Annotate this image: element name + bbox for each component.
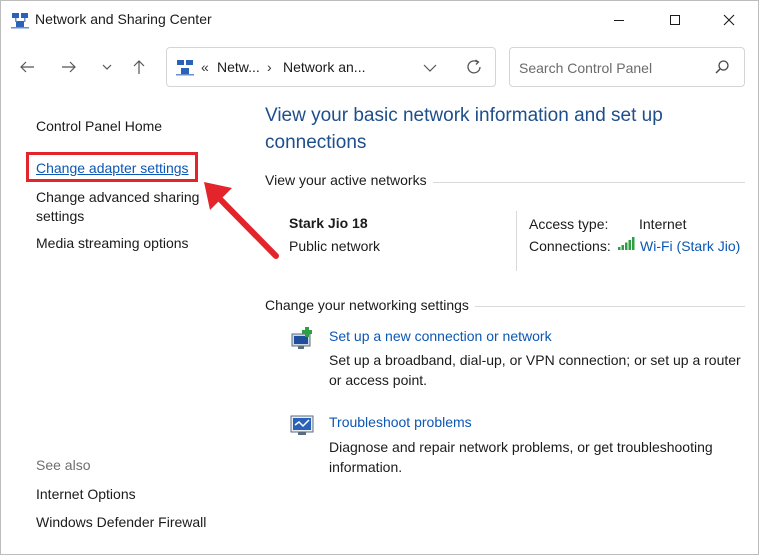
media-streaming-options-link[interactable]: Media streaming options xyxy=(36,235,189,251)
red-arrow-annotation xyxy=(204,182,279,259)
access-type-value: Internet xyxy=(639,216,687,232)
change-advanced-sharing-settings-link[interactable]: Change advanced sharing settings xyxy=(36,188,216,226)
windows-defender-firewall-link[interactable]: Windows Defender Firewall xyxy=(36,514,206,530)
recent-locations-button[interactable] xyxy=(93,53,121,81)
search-icon[interactable] xyxy=(714,59,730,78)
address-bar[interactable]: « Netw... › Network an... xyxy=(166,47,496,87)
window-title: Network and Sharing Center xyxy=(35,11,212,27)
breadcrumb-item[interactable]: Netw... xyxy=(217,59,260,75)
up-button[interactable] xyxy=(125,53,153,81)
refresh-icon[interactable] xyxy=(465,58,483,79)
window: Network and Sharing Center « Netw... › N… xyxy=(0,0,759,555)
change-settings-label: Change your networking settings xyxy=(265,297,475,313)
close-button[interactable] xyxy=(706,5,752,35)
chevron-down-icon xyxy=(102,64,112,70)
see-also-heading: See also xyxy=(36,457,91,473)
network-center-icon xyxy=(176,58,194,76)
maximize-icon xyxy=(670,15,680,25)
back-button[interactable] xyxy=(13,53,41,81)
search-input[interactable]: Search Control Panel xyxy=(509,47,745,87)
highlight-box xyxy=(26,152,198,182)
close-icon xyxy=(723,14,735,26)
forward-arrow-icon xyxy=(62,61,76,73)
active-networks-label: View your active networks xyxy=(265,172,433,188)
breadcrumb-item[interactable]: Network an... xyxy=(283,59,365,75)
up-arrow-icon xyxy=(133,60,145,74)
forward-button[interactable] xyxy=(55,53,83,81)
minimize-button[interactable] xyxy=(596,5,642,35)
control-panel-home-link[interactable]: Control Panel Home xyxy=(36,118,162,134)
setup-new-connection-link[interactable]: Set up a new connection or network xyxy=(329,328,552,344)
access-type-label: Access type: xyxy=(529,216,609,232)
breadcrumb-separator: › xyxy=(267,59,272,75)
setup-new-connection-description: Set up a broadband, dial-up, or VPN conn… xyxy=(329,352,741,388)
internet-options-link[interactable]: Internet Options xyxy=(36,486,136,502)
search-placeholder: Search Control Panel xyxy=(519,60,653,76)
minimize-icon xyxy=(614,20,624,21)
troubleshoot-icon xyxy=(289,413,317,439)
title-bar: Network and Sharing Center xyxy=(1,1,758,39)
network-name: Stark Jio 18 xyxy=(289,215,368,231)
network-type[interactable]: Public network xyxy=(289,238,380,254)
troubleshoot-problems-link[interactable]: Troubleshoot problems xyxy=(329,414,472,430)
breadcrumb-overflow[interactable]: « xyxy=(201,59,209,75)
new-connection-icon xyxy=(289,326,317,352)
wifi-signal-icon xyxy=(618,237,635,254)
chevron-down-icon[interactable] xyxy=(423,60,437,76)
maximize-button[interactable] xyxy=(652,5,698,35)
back-arrow-icon xyxy=(20,61,34,73)
divider xyxy=(516,211,517,271)
troubleshoot-problems-description: Diagnose and repair network problems, or… xyxy=(329,439,713,475)
connections-label: Connections: xyxy=(529,238,611,254)
wifi-connection-link[interactable]: Wi-Fi (Stark Jio) xyxy=(640,238,740,254)
network-center-icon xyxy=(11,11,29,29)
page-heading: View your basic network information and … xyxy=(265,105,663,153)
